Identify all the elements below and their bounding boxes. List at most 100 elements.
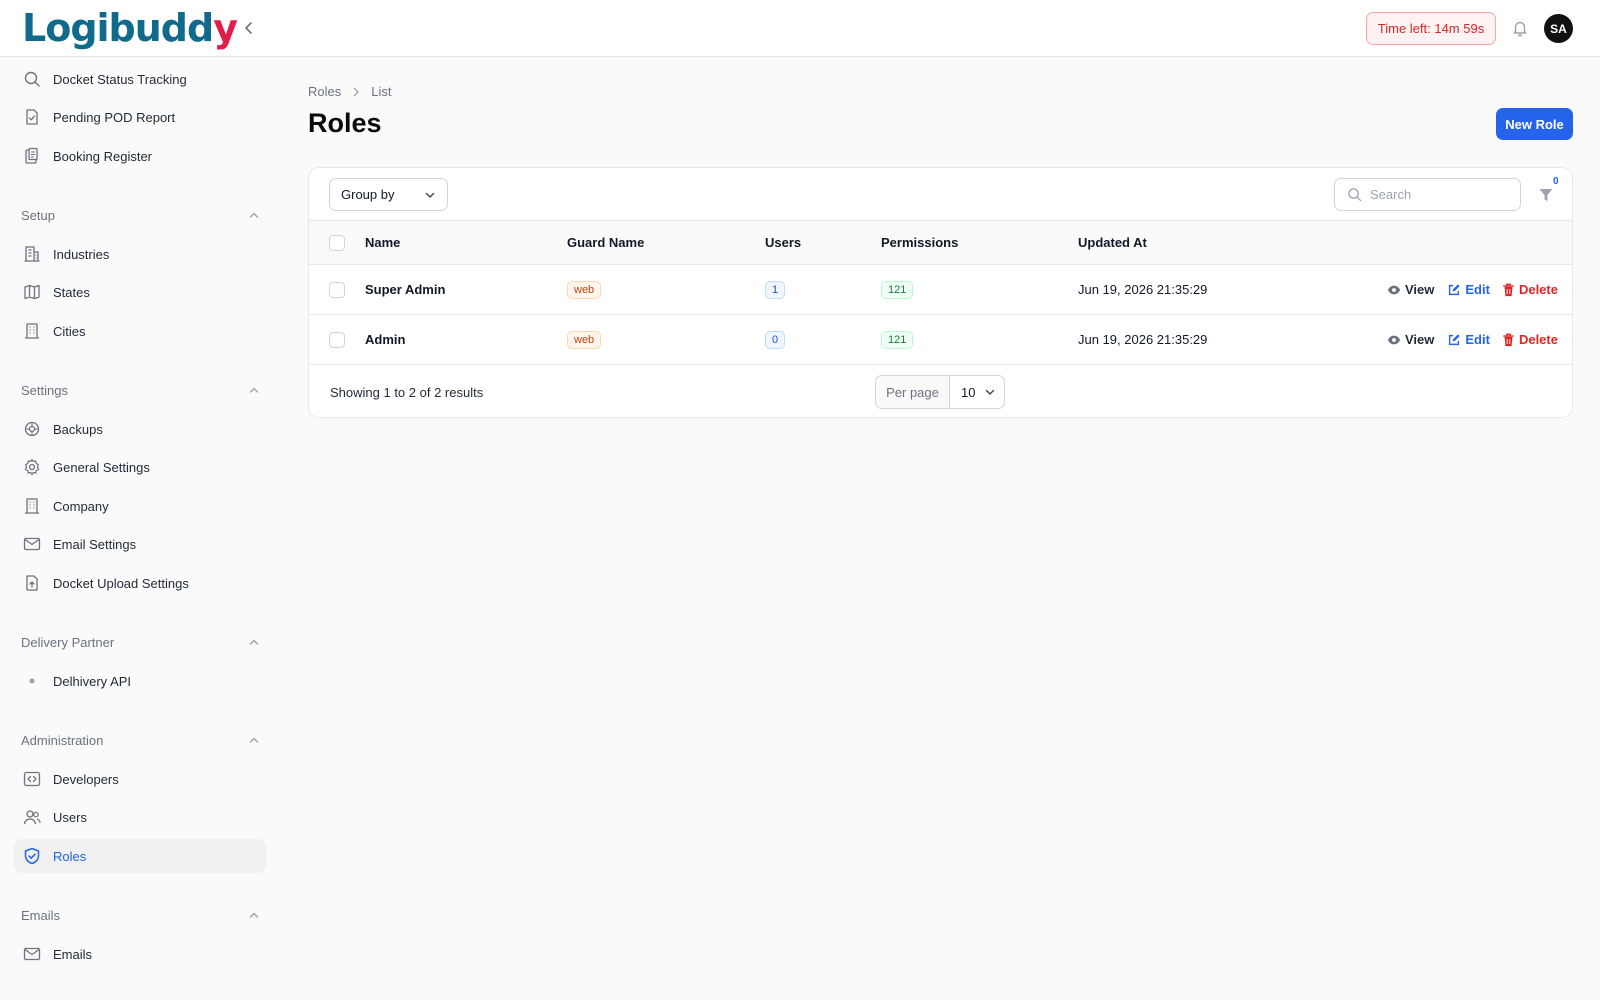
sidebar-item-label: Developers bbox=[53, 771, 119, 787]
delete-label: Delete bbox=[1518, 282, 1558, 297]
group-by-select[interactable]: Group by bbox=[329, 178, 448, 211]
chevron-down-icon bbox=[425, 192, 435, 198]
sidebar-item-email-settings[interactable]: Email Settings bbox=[14, 527, 266, 561]
sidebar-item-industries[interactable]: Industries bbox=[14, 237, 266, 271]
row-checkbox[interactable] bbox=[329, 331, 345, 348]
select-all-checkbox[interactable] bbox=[329, 234, 345, 251]
sidebar-item-label: Emails bbox=[53, 946, 93, 962]
search-input[interactable] bbox=[1370, 187, 1510, 202]
select-all-cell bbox=[329, 221, 345, 264]
row-actions: View Edit Delete bbox=[1387, 265, 1558, 314]
clipboard-icon bbox=[22, 146, 42, 166]
updated-at: Jun 19, 2026 21:35:29 bbox=[1078, 332, 1208, 347]
breadcrumb-list: List bbox=[371, 84, 392, 99]
view-action[interactable]: View bbox=[1387, 332, 1434, 347]
column-header-users[interactable]: Users bbox=[765, 221, 801, 264]
chevron-down-icon bbox=[985, 389, 995, 395]
permissions-cell: 121 bbox=[881, 265, 914, 314]
sidebar-item-backups[interactable]: Backups bbox=[14, 412, 266, 446]
column-header-permissions[interactable]: Permissions bbox=[881, 221, 958, 264]
results-summary: Showing 1 to 2 of 2 results bbox=[330, 384, 484, 400]
shield-check-icon bbox=[22, 846, 42, 866]
sidebar-item-company[interactable]: Company bbox=[14, 489, 266, 523]
sidebar-group-settings[interactable]: Settings bbox=[21, 380, 260, 400]
sidebar-item-booking-register[interactable]: Booking Register bbox=[14, 139, 266, 173]
per-page-select[interactable]: 10 bbox=[950, 376, 1004, 408]
sidebar-item-docket-status-tracking[interactable]: Docket Status Tracking bbox=[14, 62, 266, 96]
sidebar-group-delivery-partner[interactable]: Delivery Partner bbox=[21, 632, 260, 652]
sidebar-item-label: Docket Upload Settings bbox=[53, 575, 189, 591]
envelope-icon bbox=[22, 944, 42, 964]
sidebar-item-label: Roles bbox=[53, 848, 87, 864]
logo[interactable]: Logibuddy bbox=[22, 6, 238, 50]
code-icon bbox=[22, 769, 42, 789]
sidebar-item-docket-upload-settings[interactable]: Docket Upload Settings bbox=[14, 566, 266, 600]
notifications-button[interactable] bbox=[1508, 16, 1532, 40]
sidebar-item-label: Users bbox=[53, 809, 87, 825]
role-name: Admin bbox=[365, 332, 406, 347]
sidebar-group-emails[interactable]: Emails bbox=[21, 905, 260, 925]
row-select-cell bbox=[329, 315, 345, 364]
sidebar-item-pending-pod-report[interactable]: Pending POD Report bbox=[14, 100, 266, 134]
table-row[interactable]: Admin web 0 121 Jun 19, 2026 21:35:29 Vi… bbox=[309, 315, 1572, 365]
sidebar-item-developers[interactable]: Developers bbox=[14, 762, 266, 796]
chevron-left-icon bbox=[245, 22, 252, 34]
avatar[interactable]: SA bbox=[1544, 14, 1573, 43]
sidebar-item-cities[interactable]: Cities bbox=[14, 314, 266, 348]
new-role-button[interactable]: New Role bbox=[1496, 108, 1573, 140]
top-bar: Logibuddy Time left: 14m 59s SA bbox=[0, 0, 1600, 57]
group-label: Administration bbox=[21, 732, 104, 748]
column-header-updated-at[interactable]: Updated At bbox=[1078, 221, 1147, 264]
search-icon bbox=[22, 69, 42, 89]
group-label: Settings bbox=[21, 382, 68, 398]
breadcrumb: Roles List bbox=[308, 84, 391, 99]
delete-label: Delete bbox=[1518, 332, 1558, 347]
sidebar-group-setup[interactable]: Setup bbox=[21, 205, 260, 225]
edit-action[interactable]: Edit bbox=[1447, 332, 1490, 347]
sidebar-item-general-settings[interactable]: General Settings bbox=[14, 450, 266, 484]
map-icon bbox=[22, 282, 42, 302]
edit-label: Edit bbox=[1465, 332, 1490, 347]
users-cell: 0 bbox=[765, 315, 786, 364]
sidebar-item-label: Cities bbox=[53, 323, 86, 339]
permissions-cell: 121 bbox=[881, 315, 914, 364]
guard-badge: web bbox=[567, 280, 602, 299]
row-checkbox[interactable] bbox=[329, 281, 345, 298]
guard-badge: web bbox=[567, 330, 602, 349]
per-page-label: Per page bbox=[876, 376, 950, 408]
group-by-label: Group by bbox=[341, 187, 395, 202]
column-header-guard-name[interactable]: Guard Name bbox=[567, 221, 644, 264]
view-label: View bbox=[1405, 282, 1435, 297]
chevron-up-icon bbox=[249, 639, 259, 645]
sidebar-item-roles[interactable]: Roles bbox=[14, 839, 266, 873]
eye-icon bbox=[1387, 285, 1401, 294]
view-action[interactable]: View bbox=[1387, 282, 1434, 297]
logo-text-end: y bbox=[213, 6, 238, 50]
sidebar-item-emails[interactable]: Emails bbox=[14, 937, 266, 971]
row-select-cell bbox=[329, 265, 345, 314]
edit-action[interactable]: Edit bbox=[1447, 282, 1490, 297]
gear-icon bbox=[22, 457, 42, 477]
sidebar-item-users[interactable]: Users bbox=[14, 800, 266, 834]
trash-icon bbox=[1503, 283, 1514, 296]
group-label: Emails bbox=[21, 907, 61, 923]
delete-action[interactable]: Delete bbox=[1502, 332, 1558, 347]
sidebar-item-delhivery-api[interactable]: Delhivery API bbox=[14, 664, 266, 698]
eye-icon bbox=[1387, 335, 1401, 344]
breadcrumb-roles[interactable]: Roles bbox=[308, 84, 341, 99]
delete-action[interactable]: Delete bbox=[1502, 282, 1558, 297]
table-row[interactable]: Super Admin web 1 121 Jun 19, 2026 21:35… bbox=[309, 265, 1572, 315]
sidebar-item-label: Industries bbox=[53, 246, 110, 262]
office-building-icon bbox=[22, 321, 42, 341]
group-label: Setup bbox=[21, 207, 55, 223]
column-header-name[interactable]: Name bbox=[365, 221, 400, 264]
guard-cell: web bbox=[567, 265, 602, 314]
chevron-up-icon bbox=[249, 737, 259, 743]
filter-button[interactable] bbox=[1535, 184, 1557, 206]
sidebar-group-administration[interactable]: Administration bbox=[21, 730, 260, 750]
table-toolbar: Group by 0 bbox=[309, 168, 1572, 221]
collapse-sidebar-button[interactable] bbox=[238, 17, 260, 39]
users-icon bbox=[22, 807, 42, 827]
dot-icon bbox=[22, 671, 42, 691]
sidebar-item-states[interactable]: States bbox=[14, 275, 266, 309]
